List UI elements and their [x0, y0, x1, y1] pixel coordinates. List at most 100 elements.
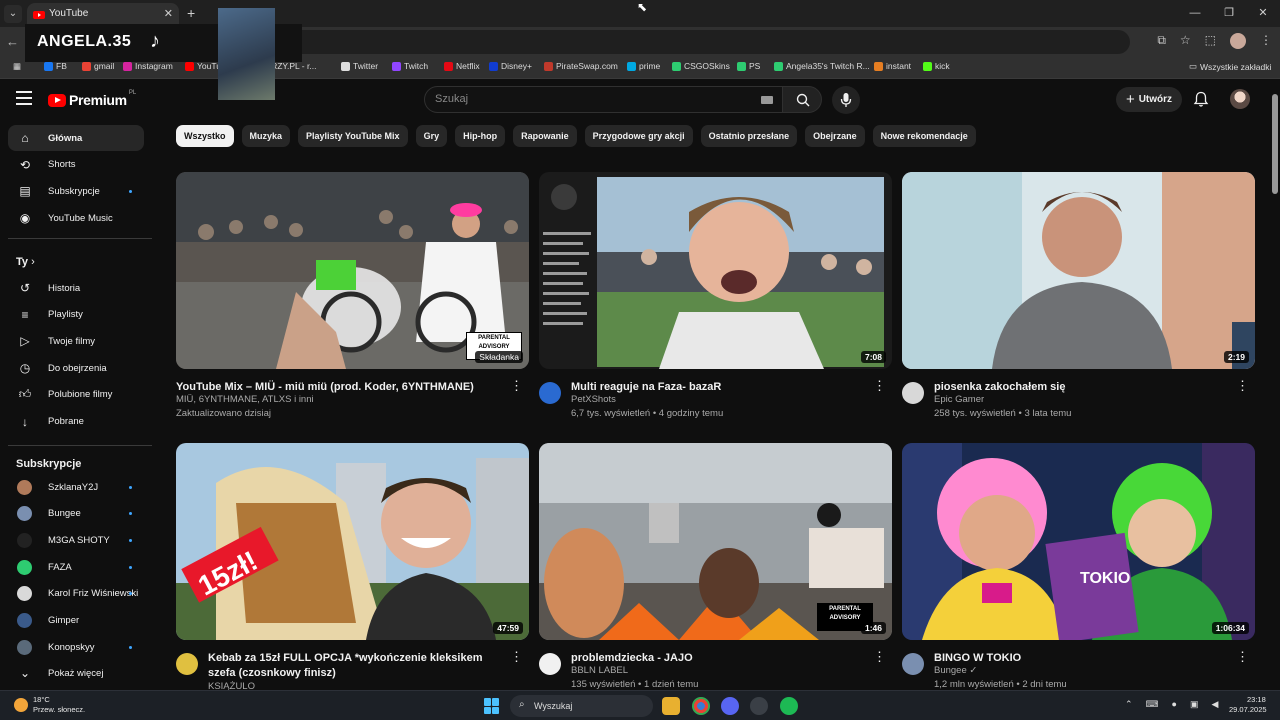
volume-icon[interactable]: ◀: [1212, 699, 1219, 710]
clock-date[interactable]: 29.07.2025: [1229, 705, 1267, 714]
file-explorer-icon[interactable]: [662, 697, 680, 715]
filter-chip[interactable]: Gry: [415, 125, 448, 147]
sidebar-item[interactable]: ⟲ Shorts: [8, 152, 144, 178]
weather-description[interactable]: Przew. słonecz.: [33, 705, 85, 714]
channel-avatar[interactable]: [902, 653, 924, 675]
profile-avatar[interactable]: [1230, 33, 1246, 49]
sidebar-item[interactable]: ↺ Historia: [8, 275, 144, 301]
bookmark-item[interactable]: YouTu: [185, 61, 221, 71]
minimize-button[interactable]: —: [1178, 0, 1212, 27]
channel-avatar[interactable]: [539, 653, 561, 675]
account-avatar[interactable]: [1230, 89, 1250, 109]
browser-menu-icon[interactable]: ⋮: [1260, 33, 1272, 49]
discord-icon[interactable]: [721, 697, 739, 715]
sidebar-item[interactable]: Bungee: [8, 501, 144, 527]
sidebar-item[interactable]: Konopskyy: [8, 634, 144, 660]
scrollbar-thumb[interactable]: [1272, 94, 1278, 194]
video-thumbnail[interactable]: TOKIO 1:06:34: [902, 443, 1255, 640]
mic-tray-icon[interactable]: ●: [1172, 699, 1177, 710]
sidebar-item[interactable]: ◉ YouTube Music: [8, 205, 144, 231]
weather-temperature[interactable]: 18°C: [33, 695, 50, 704]
search-button[interactable]: [782, 86, 822, 113]
guide-menu-icon[interactable]: [16, 91, 32, 105]
video-thumbnail[interactable]: 2:19: [902, 172, 1255, 369]
filter-chip[interactable]: Muzyka: [241, 125, 291, 147]
filter-chip[interactable]: Przygodowe gry akcji: [584, 125, 693, 147]
video-title[interactable]: piosenka zakochałem się: [934, 380, 1234, 395]
more-options-icon[interactable]: ⋮: [510, 378, 523, 394]
bookmark-item[interactable]: Angela35's Twitch R...: [774, 61, 870, 71]
video-thumbnail[interactable]: PARENTAL ADVISORY Składanka: [176, 172, 529, 369]
notifications-bell-icon[interactable]: [1193, 91, 1209, 108]
sidebar-item[interactable]: ≡ Playlisty: [8, 302, 144, 328]
install-app-icon[interactable]: ⧉: [1157, 33, 1166, 49]
bookmark-item[interactable]: CSGOSkins: [672, 61, 730, 71]
extensions-icon[interactable]: ⬚: [1205, 33, 1216, 49]
sidebar-item[interactable]: SzklanaY2J: [8, 474, 144, 500]
sidebar-item[interactable]: M3GA SHOTY: [8, 527, 144, 553]
you-section-heading[interactable]: Ty ›: [16, 256, 35, 268]
filter-chip[interactable]: Nowe rekomendacje: [872, 125, 976, 147]
all-bookmarks-folder[interactable]: ▭ Wszystkie zakładki: [1189, 61, 1271, 72]
video-thumbnail[interactable]: 7:08: [539, 172, 892, 369]
video-title[interactable]: YouTube Mix – MIÜ - miü miü (prod. Koder…: [176, 380, 476, 395]
search-input[interactable]: [435, 93, 735, 105]
video-title[interactable]: Multi reaguje na Faza- bazaR: [571, 380, 871, 395]
sidebar-item[interactable]: ◷ Do obejrzenia: [8, 355, 144, 381]
clock-time[interactable]: 23:18: [1247, 695, 1266, 704]
sidebar-item[interactable]: ▤ Subskrypcje: [8, 178, 144, 204]
more-options-icon[interactable]: ⋮: [510, 649, 523, 665]
bookmark-item[interactable]: Twitter: [341, 61, 378, 71]
bookmark-item[interactable]: FB: [44, 61, 67, 71]
bookmark-item[interactable]: Twitch: [392, 61, 428, 71]
video-thumbnail[interactable]: PARENTAL ADVISORY 1:46: [539, 443, 892, 640]
video-channel[interactable]: Bungee ✓: [934, 665, 977, 676]
filter-chip[interactable]: Wszystko: [176, 125, 234, 147]
youtube-premium-logo[interactable]: Premium PL: [48, 90, 136, 108]
sidebar-item[interactable]: ↓ Pobrane: [8, 409, 144, 435]
bookmark-item[interactable]: Instagram: [123, 61, 173, 71]
new-tab-button[interactable]: +: [187, 5, 195, 21]
network-icon[interactable]: ▣: [1190, 699, 1199, 710]
filter-chip[interactable]: Hip-hop: [455, 125, 506, 147]
video-title[interactable]: problemdziecka - JAJO: [571, 651, 871, 666]
video-title[interactable]: BINGO W TOKIO: [934, 651, 1234, 666]
video-channel[interactable]: PetXShots: [571, 394, 616, 405]
keyboard-icon[interactable]: [761, 96, 773, 104]
sidebar-item[interactable]: Karol Friz Wiśniewski: [8, 581, 144, 607]
show-more-button[interactable]: ⌄ Pokaż więcej: [8, 660, 144, 686]
tab-search-button[interactable]: ⌄: [4, 5, 22, 23]
bookmark-item[interactable]: Netflix: [444, 61, 480, 71]
video-title[interactable]: Kebab za 15zł FULL OPCJA *wykończenie kl…: [208, 651, 508, 681]
channel-avatar[interactable]: [539, 382, 561, 404]
tab-close-icon[interactable]: ✕: [164, 7, 173, 20]
bookmark-item[interactable]: PS: [737, 61, 760, 71]
language-icon[interactable]: ⌨: [1146, 699, 1159, 710]
obs-icon[interactable]: [750, 697, 768, 715]
video-channel[interactable]: BBLN LABEL: [571, 665, 628, 676]
bookmark-item[interactable]: instant: [874, 61, 911, 71]
sidebar-item[interactable]: ⌂ Główna: [8, 125, 144, 151]
filter-chip[interactable]: Obejrzane: [805, 125, 865, 147]
filter-chip[interactable]: Ostatnio przesłane: [700, 125, 798, 147]
sidebar-item[interactable]: 👍︎ Polubione filmy: [8, 382, 144, 408]
apps-grid-icon[interactable]: ▦: [13, 61, 21, 72]
filter-chip[interactable]: Playlisty YouTube Mix: [298, 125, 408, 147]
video-channel[interactable]: Epic Gamer: [934, 394, 984, 405]
filter-chip[interactable]: Rapowanie: [513, 125, 577, 147]
more-options-icon[interactable]: ⋮: [873, 378, 886, 394]
voice-search-button[interactable]: [832, 86, 860, 114]
bookmark-item[interactable]: gmail: [82, 61, 114, 71]
back-icon[interactable]: ←: [6, 34, 19, 49]
create-button[interactable]: + Utwórz: [1116, 87, 1182, 112]
taskbar-search[interactable]: ⌕ Wyszukaj: [510, 695, 653, 717]
sidebar-item[interactable]: FAZA: [8, 554, 144, 580]
bookmark-item[interactable]: Disney+: [489, 61, 532, 71]
channel-avatar[interactable]: [902, 382, 924, 404]
video-channel[interactable]: MIÜ, 6YNTHMANE, ATLXS i inni: [176, 394, 314, 405]
close-window-button[interactable]: ✕: [1246, 0, 1280, 27]
bookmark-star-icon[interactable]: ☆: [1180, 33, 1191, 49]
more-options-icon[interactable]: ⋮: [1236, 378, 1249, 394]
video-thumbnail[interactable]: 15zł! 47:59: [176, 443, 529, 640]
channel-avatar[interactable]: [176, 653, 198, 675]
